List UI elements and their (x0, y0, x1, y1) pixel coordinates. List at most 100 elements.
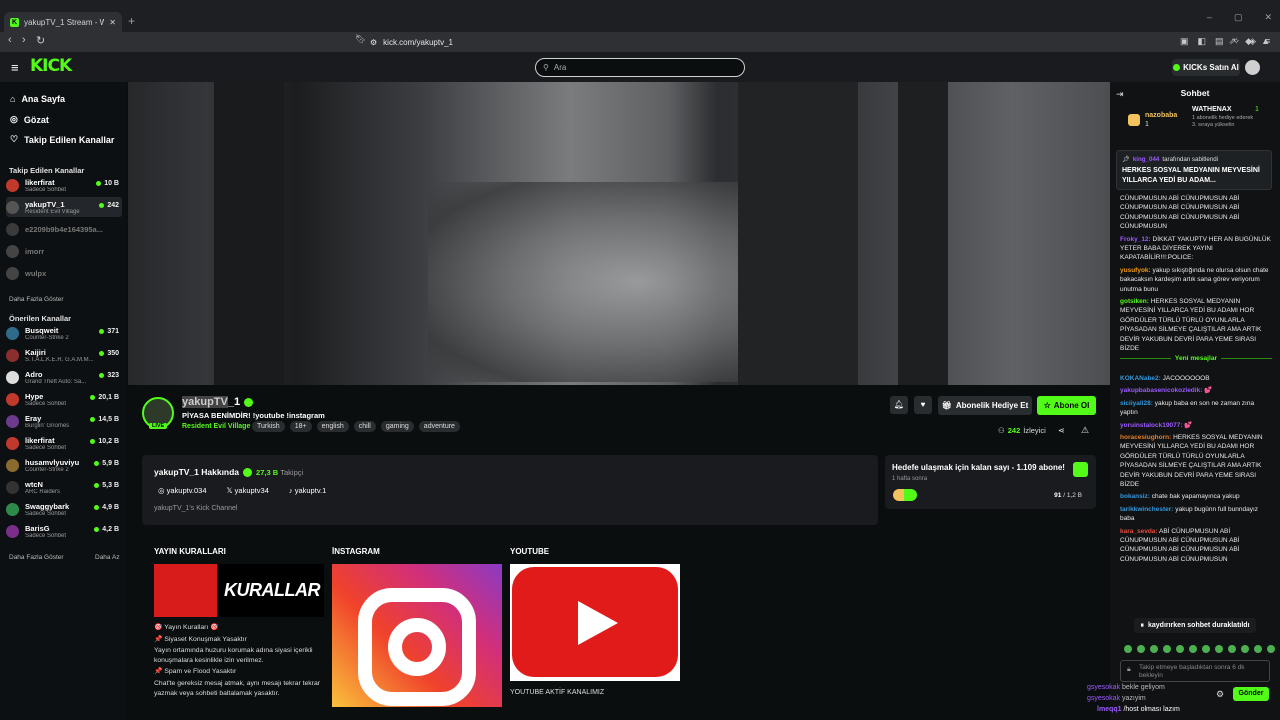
sidebar-channel-0[interactable]: Busqweit Counter-Strike 2 371 (6, 323, 122, 343)
share-channel-icon[interactable]: ⋖ (1058, 426, 1065, 435)
chat-input[interactable]: Takip etmeye başladıktan sonra 6 dk bekl… (1120, 660, 1270, 682)
pinned-message[interactable]: 📌︎ king_044 tarafından sabitlendi HERKES S… (1116, 150, 1272, 190)
tab-close-icon[interactable]: ✕ (109, 18, 116, 27)
buy-kicks-button[interactable]: KICKs Satın Al (1172, 59, 1240, 76)
chat-username[interactable]: siciiyali28: (1120, 400, 1153, 407)
send-button[interactable]: Gönder (1233, 687, 1269, 701)
menu-icon[interactable]: ≡ (1265, 36, 1270, 47)
leo-icon[interactable]: ✧ (1233, 36, 1241, 47)
channel-avatar (6, 326, 19, 340)
kick-logo[interactable]: KICK (30, 56, 72, 76)
new-tab-button[interactable]: + (128, 14, 135, 28)
sidebar-channel-9[interactable]: BarisG Sadece Sohbet 4,2 B (6, 521, 122, 541)
channel-category: Sadece Sohbet (25, 186, 67, 193)
minimize-button[interactable]: – (1207, 12, 1212, 23)
last-chat-line: lmeqq1 /host olması lazım (1097, 706, 1180, 713)
channel-category: Resident Evil Village (25, 208, 80, 215)
sidebar-channel-3[interactable]: imorr (6, 241, 122, 261)
nav-browse-label: Gözat (23, 114, 49, 125)
show-less[interactable]: Daha Az (95, 554, 120, 561)
live-dot-icon (90, 439, 96, 444)
forward-icon[interactable]: › (22, 34, 26, 46)
tag-1[interactable]: 18+ (289, 421, 312, 432)
sidebar-channel-2[interactable]: Adro Grand Theft Auto: Sa... 323 (6, 367, 122, 387)
hamburger-menu-icon[interactable]: ≡ (11, 60, 19, 75)
chat-paused-banner[interactable]: ⏸︎ kaydırırken sohbet duraklatıldı (1134, 618, 1256, 633)
chat-username[interactable]: kara_sevda: (1120, 528, 1158, 535)
chat-username[interactable]: Froky_12: (1120, 236, 1151, 243)
sidebar-channel-2[interactable]: e2209b9b4e164395a... (6, 219, 122, 239)
sidebar-channel-1[interactable]: yakupTV_1 Resident Evil Village 242 (6, 197, 122, 217)
sidebar-channel-6[interactable]: husamvlyuviyu Counter-Strike 2 5,9 B (6, 455, 122, 475)
gift-sub-button[interactable]: 🎁︎ Abonelik Hediye Et (938, 396, 1032, 415)
sidebar-channel-4[interactable]: wulpx (6, 263, 122, 283)
chat-message: kara_sevda: ABİ CÜNUPMUSUN ABİ CÜNUPMUSU… (1120, 527, 1272, 565)
sidebar-channel-3[interactable]: Hype Sadece Sohbet 20,1 B (6, 389, 122, 409)
channel-avatar (6, 480, 19, 494)
close-window-button[interactable]: ✕ (1264, 12, 1272, 23)
tag-3[interactable]: chill (353, 421, 376, 432)
sidebar-toggle-icon[interactable]: ◧ (1198, 36, 1207, 47)
sidebar-channel-4[interactable]: Eray Burglin' Gnomes 14,5 B (6, 411, 122, 431)
instagram-panel-image[interactable] (332, 564, 502, 707)
sidebar-channel-5[interactable]: likerfirat Sadece Sohbet 10,2 B (6, 433, 122, 453)
tag-2[interactable]: english (316, 421, 349, 432)
nav-home[interactable]: ⌂ Ana Sayfa (10, 94, 65, 104)
social-link-2[interactable]: ♪ yakuptv.1 (289, 486, 326, 495)
chat-username[interactable]: horacesiughorn: (1120, 434, 1171, 441)
chat-username[interactable]: bokansiz: (1120, 493, 1150, 500)
site-info-icon[interactable]: ⚙︎ (370, 38, 377, 47)
user-avatar[interactable] (1245, 60, 1260, 75)
wallet-icon[interactable]: ▤ (1215, 36, 1224, 47)
chat-message: horacesiughorn: HERKES SOSYAL MEDYANIN M… (1120, 433, 1272, 489)
channel-name[interactable]: yakupTV _1 (182, 396, 254, 408)
chat-paused-text: kaydırırken sohbet duraklatıldı (1147, 622, 1250, 629)
bookmark-icon[interactable]: 🔖︎ (355, 34, 366, 45)
nav-browse[interactable]: ◎ Gözat (10, 114, 49, 125)
reload-icon[interactable]: ↻ (36, 34, 45, 47)
video-player[interactable] (128, 82, 1110, 385)
tag-0[interactable]: Turkish (252, 421, 285, 432)
url-text: kick.com/yakuptv_1 (383, 37, 453, 47)
back-icon[interactable]: ‹ (8, 34, 12, 46)
chat-username[interactable]: yoruinstalock19077: (1120, 422, 1183, 429)
youtube-panel-image[interactable] (510, 564, 680, 681)
chat-settings-icon[interactable]: ⚙︎ (1216, 689, 1224, 700)
url-field[interactable]: ⚙︎ kick.com/yakuptv_1 (370, 34, 910, 50)
notification-bell-button[interactable]: 🔔︎ (890, 396, 908, 414)
tag-5[interactable]: adventure (418, 421, 460, 432)
gifter-2-name: WATHENAX (1192, 106, 1232, 113)
vpn-icon[interactable]: ◈ (1249, 36, 1256, 47)
tag-4[interactable]: gaming (380, 421, 414, 432)
chat-username[interactable]: tarikkwinchester: (1120, 506, 1173, 513)
social-link-1[interactable]: 𝕏 yakuptv34 (227, 486, 269, 495)
nav-following[interactable]: ♡ Takip Edilen Kanallar (10, 134, 114, 145)
goal-action-button[interactable] (1073, 462, 1088, 477)
maximize-button[interactable]: ▢ (1234, 12, 1243, 23)
subscribe-button[interactable]: ☆ Abone Ol (1037, 396, 1096, 415)
sidebar-channel-8[interactable]: Swaggybark Sadece Sohbet 4,9 B (6, 499, 122, 519)
browser-tab[interactable]: K yakupTV_1 Stream - Watch Live ✕ (4, 12, 122, 32)
search-input[interactable]: ⚲ Ara (535, 58, 745, 77)
search-icon: ⚲ (543, 63, 549, 72)
chat-username[interactable]: KOKANabe2: (1120, 375, 1161, 382)
sidebar-channel-7[interactable]: wtcN ARC Raiders 5,3 B (6, 477, 122, 497)
follow-heart-button[interactable]: ♥ (914, 396, 932, 414)
report-icon[interactable]: ⚠︎ (1081, 425, 1089, 436)
screenshot-icon[interactable]: ▣ (1180, 36, 1189, 47)
chat-username[interactable]: gotsiken: (1120, 298, 1149, 305)
show-more-followed[interactable]: Daha Fazla Göster (9, 296, 64, 303)
channel-name: likerfirat (25, 177, 55, 187)
viewer-count: 5,9 B (94, 460, 119, 467)
sidebar-channel-0[interactable]: likerfirat Sadece Sohbet 10 B (6, 175, 122, 195)
channel-avatar (6, 392, 19, 406)
show-more-recommended[interactable]: Daha Fazla Göster (9, 554, 64, 561)
sidebar-channel-1[interactable]: Kaijiri S.T.A.L.K.E.R. G.A.M.M... 350 (6, 345, 122, 365)
stream-category[interactable]: Resident Evil Village (182, 423, 250, 430)
social-link-0[interactable]: ◎ yakuptv.034 (158, 486, 207, 495)
pinned-user: king_044 (1132, 155, 1160, 163)
chat-username[interactable]: yakupbabasenicokozledik: (1120, 387, 1202, 394)
emote-bar[interactable] (1124, 645, 1275, 653)
chat-username[interactable]: yusufyok: (1120, 267, 1151, 274)
channel-category: ARC Raiders (25, 488, 61, 495)
